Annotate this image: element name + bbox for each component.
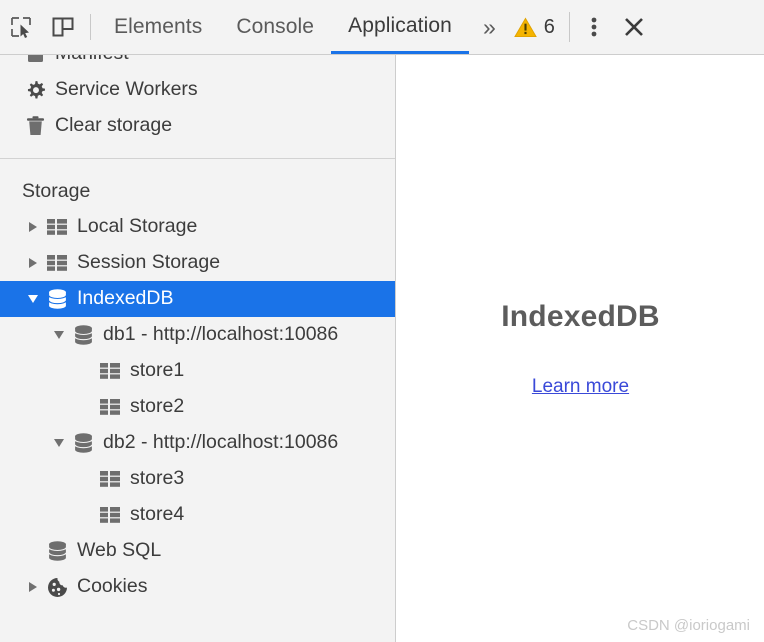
sidebar-section-storage: Storage [0, 173, 395, 209]
sidebar-item-label: store4 [130, 505, 184, 525]
sidebar-item-label: db1 - http://localhost:10086 [103, 325, 338, 345]
tab-console[interactable]: Console [219, 0, 331, 54]
sidebar-item-session-storage[interactable]: Session Storage [0, 245, 395, 281]
page-title: IndexedDB [501, 300, 660, 334]
sidebar-item-web-sql[interactable]: Web SQL [0, 533, 395, 569]
sidebar-item-store4[interactable]: store4 [0, 497, 395, 533]
trash-icon [22, 116, 48, 136]
sidebar-item-cookies[interactable]: Cookies [0, 569, 395, 605]
warning-indicator[interactable]: 6 [510, 0, 565, 54]
sidebar-item-label: Clear storage [55, 116, 172, 136]
table-icon [44, 219, 70, 235]
database-icon [44, 541, 70, 561]
devtools-menu-button[interactable] [574, 5, 614, 49]
table-icon [97, 507, 123, 523]
chevron-right-icon[interactable] [22, 222, 44, 232]
watermark: CSDN @ioriogami [627, 617, 750, 634]
sidebar-item-label: Web SQL [77, 541, 161, 561]
device-toolbar-icon [51, 15, 75, 39]
table-icon [44, 255, 70, 271]
indexeddb-empty-panel: IndexedDB Learn more [397, 55, 764, 642]
vertical-dots-icon [591, 15, 597, 39]
sidebar-item-indexeddb[interactable]: IndexedDB [0, 281, 395, 317]
sidebar-item-label: IndexedDB [77, 289, 173, 309]
inspect-element-icon [9, 15, 33, 39]
more-tabs-button[interactable]: » [469, 0, 510, 54]
learn-more-link[interactable]: Learn more [532, 376, 629, 398]
table-icon [97, 471, 123, 487]
close-devtools-button[interactable] [614, 5, 654, 49]
inspect-element-button[interactable] [0, 5, 42, 49]
gear-icon [22, 80, 48, 101]
database-icon [70, 433, 96, 453]
table-icon [97, 363, 123, 379]
sidebar-item-local-storage[interactable]: Local Storage [0, 209, 395, 245]
toolbar-divider [90, 14, 91, 40]
sidebar-item-store1[interactable]: store1 [0, 353, 395, 389]
database-icon [44, 289, 70, 309]
warning-triangle-icon [514, 17, 537, 38]
sidebar-item-label: store1 [130, 361, 184, 381]
sidebar-item-label: db2 - http://localhost:10086 [103, 433, 338, 453]
sidebar-item-store3[interactable]: store3 [0, 461, 395, 497]
sidebar-item-label: Manifest [55, 55, 129, 64]
sidebar-item-db2[interactable]: db2 - http://localhost:10086 [0, 425, 395, 461]
sidebar-item-clear-storage[interactable]: Clear storage [0, 108, 395, 144]
cookie-icon [44, 577, 70, 598]
close-icon [622, 15, 646, 39]
sidebar-item-label: Local Storage [77, 217, 197, 237]
devtools-toolbar: Elements Console Application » 6 [0, 0, 764, 55]
sidebar-item-store2[interactable]: store2 [0, 389, 395, 425]
chevron-down-icon[interactable] [22, 295, 44, 303]
chevron-right-icon[interactable] [22, 258, 44, 268]
sidebar-item-label: store3 [130, 469, 184, 489]
manifest-icon [22, 55, 48, 63]
sidebar-item-label: Cookies [77, 577, 147, 597]
sidebar-item-service-workers[interactable]: Service Workers [0, 72, 395, 108]
warning-count: 6 [544, 16, 555, 39]
table-icon [97, 399, 123, 415]
sidebar-item-label: Service Workers [55, 80, 198, 100]
tab-application[interactable]: Application [331, 0, 469, 54]
sidebar-item-label: Session Storage [77, 253, 220, 273]
chevron-down-icon[interactable] [48, 439, 70, 447]
sidebar-item-db1[interactable]: db1 - http://localhost:10086 [0, 317, 395, 353]
sidebar-top-group: Manifest Service Workers Clear storage [0, 55, 395, 144]
chevron-down-icon[interactable] [48, 331, 70, 339]
sidebar-item-manifest[interactable]: Manifest [0, 55, 395, 72]
toolbar-divider-right [569, 12, 570, 42]
device-toolbar-button[interactable] [42, 5, 84, 49]
application-sidebar: Manifest Service Workers Clear storage [0, 55, 396, 642]
sidebar-item-label: store2 [130, 397, 184, 417]
tab-elements[interactable]: Elements [97, 0, 219, 54]
chevron-right-icon[interactable] [22, 582, 44, 592]
database-icon [70, 325, 96, 345]
